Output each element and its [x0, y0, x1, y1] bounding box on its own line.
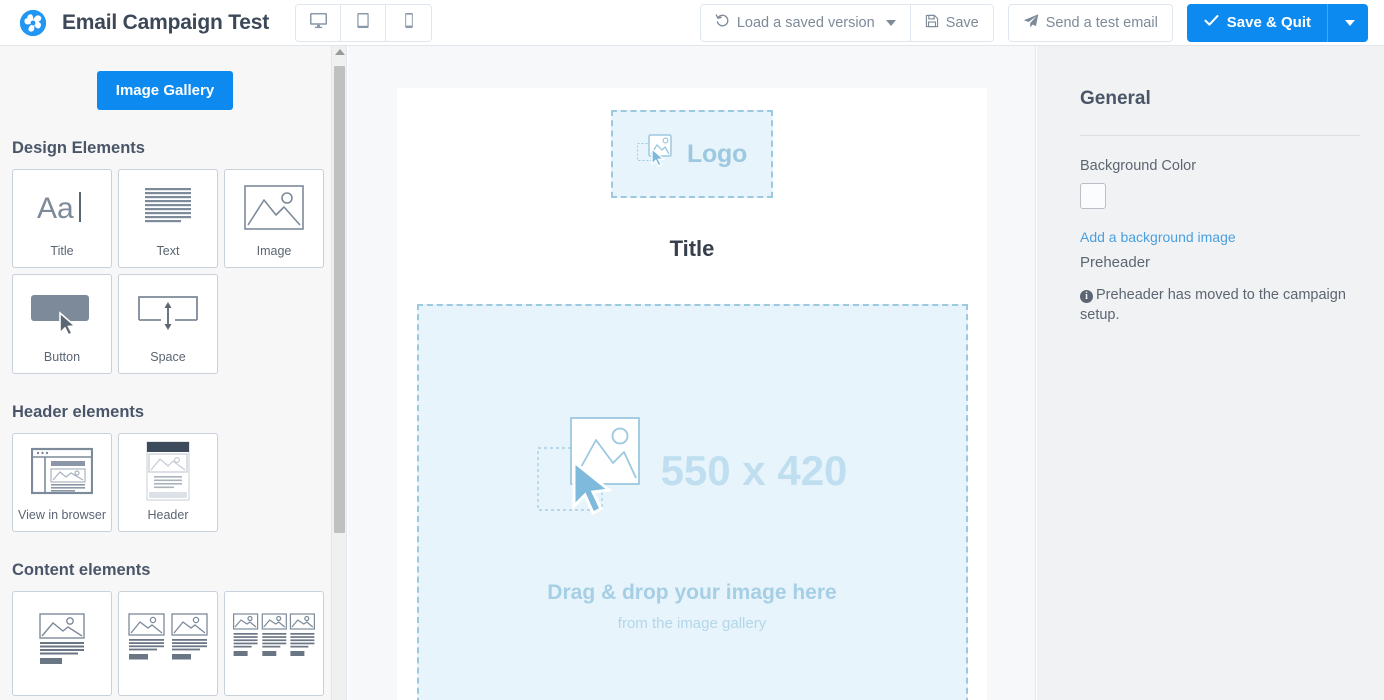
version-save-group: Load a saved version Save: [699, 3, 994, 42]
section-heading-design-elements: Design Elements: [12, 139, 145, 157]
dropzone-sub-label: from the image gallery: [617, 615, 767, 632]
device-mobile-button[interactable]: [386, 4, 432, 41]
load-saved-version-label: Load a saved version: [736, 14, 875, 31]
panel-divider: [1080, 135, 1360, 136]
history-undo-icon: [715, 13, 730, 32]
mobile-phone-icon: [404, 12, 414, 34]
element-tile-label: Text: [156, 244, 180, 258]
save-and-quit-dropdown-button[interactable]: [1327, 3, 1368, 42]
element-tile-label: Title: [50, 244, 74, 258]
button-cursor-icon: [13, 275, 111, 350]
dropzone-main-label: Drag & drop your image here: [547, 581, 837, 604]
section-heading-header-elements: Header elements: [12, 403, 145, 421]
image-drag-cursor-icon: [536, 414, 647, 527]
save-label: Save: [945, 14, 979, 31]
save-and-quit-label: Save & Quit: [1226, 14, 1311, 31]
element-tile-label: Image: [256, 244, 292, 258]
picture-icon: [225, 170, 323, 244]
chevron-down-icon: [1345, 19, 1355, 26]
device-desktop-button[interactable]: [296, 4, 342, 41]
svg-text:Aa: Aa: [37, 192, 74, 225]
toolbar-actions: Load a saved version Save Send a test em…: [699, 3, 1368, 42]
email-canvas-area: Logo Title 550 x 420 Drag & drop your im…: [348, 46, 1036, 700]
save-and-quit-button[interactable]: Save & Quit: [1186, 3, 1368, 42]
email-sheet: Logo Title 550 x 420 Drag & drop your im…: [397, 88, 987, 700]
paragraph-lines-icon: [119, 170, 217, 244]
section-heading-content-elements: Content elements: [12, 561, 151, 579]
preheader-note-text: Preheader has moved to the campaign setu…: [1080, 287, 1346, 323]
element-tile-space[interactable]: Space: [118, 274, 218, 374]
two-column-image-text-icon: [119, 592, 217, 686]
three-column-image-text-icon: [225, 592, 323, 686]
email-header-icon: [119, 434, 217, 508]
element-tile-image-and-text-2[interactable]: [118, 591, 218, 696]
design-elements-row-2: Button Space: [12, 274, 330, 374]
element-tile-title[interactable]: Aa Title: [12, 169, 112, 268]
dropzone-dimensions-label: 550 x 420: [660, 446, 848, 494]
design-elements-row-1: Aa Title Text Image: [12, 169, 330, 268]
image-drag-icon: [637, 133, 679, 176]
send-test-email-label: Send a test email: [1045, 14, 1158, 31]
element-tile-header[interactable]: Header: [118, 433, 218, 532]
elements-sidebar: Image Gallery Design Elements Aa Title T…: [0, 46, 347, 700]
logo-placeholder-label: Logo: [687, 139, 747, 168]
browser-window-icon: [13, 434, 111, 508]
properties-panel: General Background Color Add a backgroun…: [1037, 46, 1384, 700]
brevo-pinwheel-logo-icon[interactable]: [18, 8, 48, 38]
device-preview-toggle: [295, 3, 433, 42]
page-title: Email Campaign Test: [62, 10, 270, 34]
top-toolbar: Email Campaign Test Load a saved version…: [0, 0, 1384, 46]
logo-placeholder-block[interactable]: Logo: [611, 110, 773, 198]
desktop-monitor-icon: [309, 12, 328, 34]
scroll-up-arrow-icon[interactable]: [335, 49, 345, 55]
element-tile-image-and-text-3[interactable]: [224, 591, 324, 696]
element-tile-label: Button: [43, 350, 81, 364]
image-dropzone[interactable]: 550 x 420 Drag & drop your image here fr…: [416, 304, 968, 700]
info-circle-icon: i: [1080, 290, 1093, 303]
element-tile-image[interactable]: Image: [224, 169, 324, 268]
load-saved-version-button[interactable]: Load a saved version: [700, 4, 910, 41]
background-color-swatch[interactable]: [1080, 183, 1106, 209]
email-title-block[interactable]: Title: [397, 236, 987, 262]
preheader-note: i Preheader has moved to the campaign set…: [1080, 285, 1360, 325]
preheader-label: Preheader: [1080, 254, 1151, 271]
element-tile-label: Header: [147, 508, 189, 522]
send-test-group: Send a test email: [1007, 3, 1173, 42]
tablet-icon: [356, 12, 370, 34]
element-tile-label: View in browser: [17, 508, 106, 522]
add-background-image-link[interactable]: Add a background image: [1080, 229, 1360, 245]
element-tile-label: Space: [150, 350, 186, 364]
vertical-spacer-icon: [119, 275, 217, 350]
panel-heading-general: General: [1080, 88, 1151, 109]
element-tile-button[interactable]: Button: [12, 274, 112, 374]
send-test-email-button[interactable]: Send a test email: [1008, 4, 1172, 41]
sidebar-scrollbar-track[interactable]: [331, 46, 346, 700]
content-elements-row-1: [12, 591, 330, 696]
sidebar-scrollbar-thumb[interactable]: [334, 66, 345, 533]
header-elements-row-1: View in browser Header: [12, 433, 330, 532]
floppy-disk-icon: [925, 14, 939, 32]
device-tablet-button[interactable]: [341, 4, 387, 41]
element-tile-text[interactable]: Text: [118, 169, 218, 268]
element-tile-view-in-browser[interactable]: View in browser: [12, 433, 112, 532]
checkmark-icon: [1204, 14, 1219, 31]
save-button[interactable]: Save: [910, 4, 993, 41]
image-gallery-button[interactable]: Image Gallery: [96, 71, 234, 110]
text-title-aa-icon: Aa: [13, 170, 111, 244]
element-tile-image-and-text-1[interactable]: [12, 591, 112, 696]
one-column-image-text-icon: [13, 592, 111, 686]
background-color-label: Background Color: [1080, 158, 1197, 174]
chevron-down-icon: [885, 19, 896, 26]
paper-plane-icon: [1023, 13, 1039, 33]
